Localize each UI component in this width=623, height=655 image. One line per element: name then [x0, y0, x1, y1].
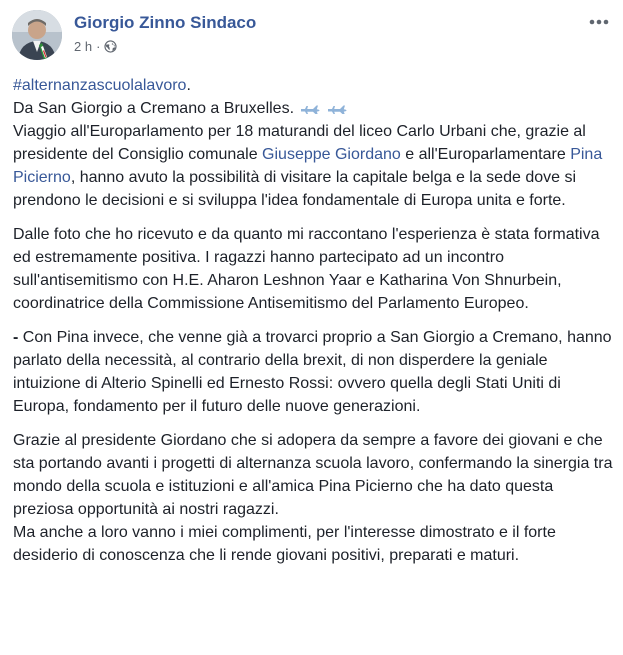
meta-separator: ·	[96, 39, 101, 54]
post-text-segment: Grazie al presidente Giordano che si ado…	[13, 432, 613, 518]
post-timestamp[interactable]: 2 h	[74, 39, 92, 54]
post-paragraph-3: - Con Pina invece, che venne già a trova…	[13, 326, 613, 418]
post-content: #alternanzascuolalavoro. Da San Giorgio …	[13, 74, 613, 567]
airplane-icon	[301, 105, 320, 114]
post-text-segment: , hanno avuto la possibilità di visitare…	[13, 169, 577, 209]
hashtag-suffix: .	[186, 77, 191, 94]
post-headline: Da San Giorgio a Cremano a Bruxelles.	[13, 100, 295, 117]
post-text-segment: e all'Europarlamentare	[400, 146, 571, 163]
globe-icon[interactable]	[104, 40, 118, 53]
post-text-segment: Con Pina invece, che venne già a trovarc…	[13, 329, 612, 415]
post-paragraph-2: Dalle foto che ho ricevuto e da quanto m…	[13, 226, 600, 312]
facebook-post: Giorgio Zinno Sindaco 2 h · #alternanzas…	[0, 0, 623, 655]
airplane-icon	[327, 105, 347, 114]
more-options-button[interactable]	[587, 10, 611, 34]
profile-photo	[12, 10, 62, 60]
author-name[interactable]: Giorgio Zinno Sindaco	[74, 13, 256, 33]
post-paragraph-1: #alternanzascuolalavoro. Da San Giorgio …	[13, 74, 613, 212]
more-options-icon	[589, 19, 609, 25]
post-text-segment: Ma anche a loro vanno i miei complimenti…	[13, 524, 556, 564]
post-header: Giorgio Zinno Sindaco 2 h ·	[12, 10, 611, 60]
post-meta: 2 h ·	[74, 39, 118, 54]
post-paragraph-4: Grazie al presidente Giordano che si ado…	[13, 429, 613, 567]
avatar[interactable]	[12, 10, 62, 60]
hashtag-link[interactable]: #alternanzascuolalavoro	[13, 77, 186, 94]
mention-giuseppe-giordano[interactable]: Giuseppe Giordano	[262, 146, 401, 163]
